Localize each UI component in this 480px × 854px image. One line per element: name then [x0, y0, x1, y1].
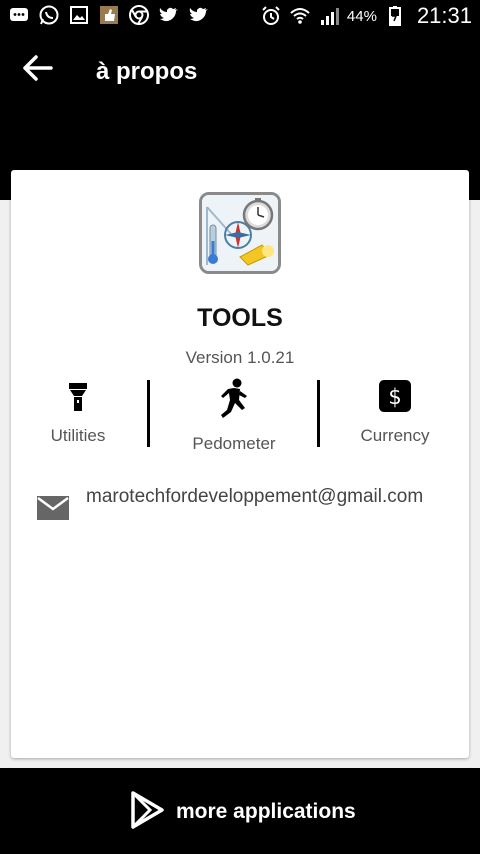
notification-icons: [8, 4, 210, 26]
app-logo: [199, 192, 281, 274]
runner-icon: [181, 378, 287, 424]
play-store-icon: [130, 790, 166, 834]
chrome-icon: [128, 4, 150, 26]
status-bar: 44% 21:31: [0, 0, 480, 34]
twitter-icon: [188, 4, 210, 26]
arrow-left-icon: [21, 54, 55, 87]
message-icon: [8, 4, 30, 26]
back-button[interactable]: [18, 50, 58, 90]
feature-label: Pedometer: [192, 434, 276, 453]
battery-percent: 44%: [346, 7, 377, 25]
about-card: TOOLS Version 1.0.21 Utilities Pedometer…: [11, 170, 469, 758]
feature-label: Currency: [360, 426, 430, 445]
gallery-icon: [68, 4, 90, 26]
app-name: TOOLS: [197, 304, 283, 332]
wifi-icon: [289, 5, 311, 27]
page-title: à propos: [96, 58, 198, 85]
clock: 21:31: [416, 3, 472, 28]
dollar-icon: $: [351, 380, 439, 414]
battery-icon: [384, 5, 406, 27]
svg-text:$: $: [388, 385, 401, 409]
feature-pedometer[interactable]: Pedometer: [181, 378, 287, 454]
feature-utilities[interactable]: Utilities: [31, 380, 125, 446]
app-version: Version 1.0.21: [185, 348, 295, 367]
thumb-icon: [98, 4, 120, 26]
signal-icon: [318, 5, 340, 27]
feature-list: Utilities Pedometer $ Currency: [11, 378, 469, 460]
mail-icon: [37, 496, 69, 520]
system-icons: 44% 21:31: [260, 3, 472, 29]
more-apps-label: more applications: [176, 800, 356, 823]
feature-currency[interactable]: $ Currency: [351, 380, 439, 446]
feature-label: Utilities: [50, 426, 106, 445]
divider: [147, 380, 150, 447]
whatsapp-icon: [38, 4, 60, 26]
email-link[interactable]: marotechfordeveloppement@gmail.com: [86, 484, 458, 510]
flashlight-icon: [31, 382, 125, 416]
bottom-bar: more applications: [0, 768, 480, 854]
alarm-icon: [260, 5, 282, 27]
divider: [317, 380, 320, 447]
more-apps-button[interactable]: more applications: [130, 790, 356, 834]
twitter-icon: [158, 4, 180, 26]
